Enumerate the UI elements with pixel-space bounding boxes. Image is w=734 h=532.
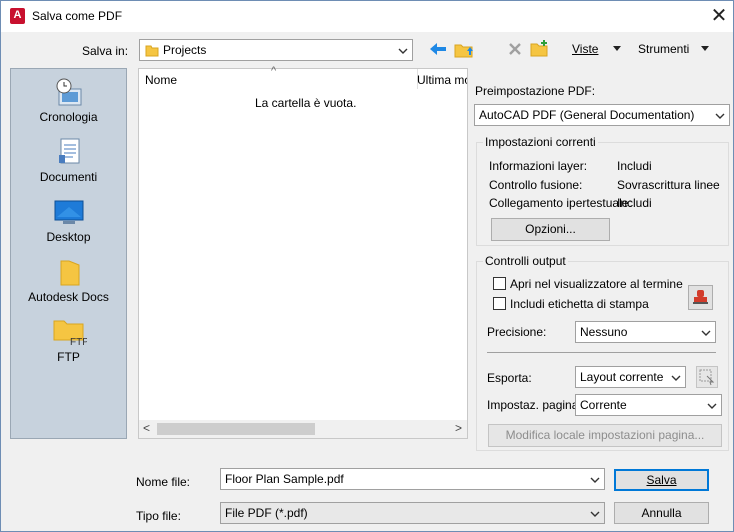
column-header-name[interactable]: Nome (145, 73, 177, 87)
ftp-icon: FTP (53, 320, 87, 347)
up-folder-icon[interactable] (454, 39, 474, 59)
hyperlink-label: Collegamento ipertestuale: (489, 196, 632, 210)
open-in-viewer-checkbox[interactable] (493, 277, 506, 290)
cancel-button[interactable]: Annulla (614, 502, 709, 524)
close-icon[interactable]: ✕ (707, 3, 731, 29)
current-settings-title: Impostazioni correnti (483, 135, 598, 149)
place-label: FTP (57, 350, 80, 364)
layer-info-value: Includi (617, 159, 652, 173)
output-controls-title: Controlli output (483, 254, 568, 268)
autocad-app-icon: A (10, 8, 25, 24)
precision-combobox[interactable]: Nessuno (575, 321, 716, 343)
include-plot-stamp-label: Includi etichetta di stampa (510, 297, 649, 311)
pdf-preset-label: Preimpostazione PDF: (475, 84, 596, 98)
chevron-down-icon (398, 48, 408, 54)
history-icon (56, 78, 81, 106)
plot-stamp-settings-button[interactable] (688, 285, 713, 310)
export-value: Layout corrente (580, 370, 664, 384)
chevron-down-icon (707, 403, 717, 409)
pdf-preset-value: AutoCAD PDF (General Documentation) (479, 108, 695, 122)
chevron-down-icon (701, 330, 711, 336)
filename-input[interactable]: Floor Plan Sample.pdf (225, 472, 344, 486)
new-folder-icon[interactable] (530, 39, 550, 59)
place-documents[interactable]: Documenti (11, 137, 126, 184)
place-history[interactable]: Cronologia (11, 77, 126, 124)
location-combobox[interactable]: Projects (139, 39, 413, 61)
ftp-icon-text: FTP (70, 337, 87, 347)
views-label: Viste (572, 42, 599, 56)
autodesk-docs-icon (60, 260, 79, 286)
merge-control-label: Controllo fusione: (489, 178, 583, 192)
chevron-down-icon (590, 477, 600, 483)
window-title: Salva come PDF (32, 9, 123, 23)
places-sidebar: Cronologia Documenti Desktop Autodesk Do… (10, 68, 127, 439)
scroll-right-icon[interactable]: > (455, 421, 462, 435)
file-list[interactable]: Nome ^ Ultima mo La cartella è vuota. < … (138, 65, 468, 439)
documents-icon (58, 138, 79, 164)
chevron-down-icon (671, 375, 681, 381)
sort-ascending-icon: ^ (271, 65, 277, 77)
current-settings-group: Impostazioni correnti Informazioni layer… (476, 135, 729, 246)
views-menu[interactable]: Viste (572, 42, 598, 56)
output-controls-group: Controlli output Apri nel visualizzatore… (476, 254, 729, 451)
save-button[interactable]: Salva (614, 469, 709, 491)
page-setup-value: Corrente (580, 398, 627, 412)
precision-label: Precisione: (487, 325, 547, 339)
filetype-label: Tipo file: (136, 509, 181, 523)
filename-combobox[interactable]: Floor Plan Sample.pdf (220, 468, 605, 490)
title-bar: A Salva come PDF ✕ (1, 1, 733, 32)
place-label: Desktop (46, 230, 91, 244)
filetype-value: File PDF (*.pdf) (225, 506, 308, 520)
select-layouts-button[interactable] (696, 366, 718, 388)
export-combobox[interactable]: Layout corrente (575, 366, 686, 388)
column-header-modified[interactable]: Ultima mo (417, 73, 467, 87)
back-arrow-icon[interactable] (428, 40, 448, 58)
modify-page-setup-button[interactable]: Modifica locale impostazioni pagina... (488, 424, 722, 447)
page-setup-combobox[interactable]: Corrente (575, 394, 722, 416)
hyperlink-value: Includi (617, 196, 652, 210)
delete-icon[interactable] (507, 41, 523, 57)
save-button-label: Salva (646, 473, 677, 487)
place-autodesk-docs[interactable]: Autodesk Docs (11, 257, 126, 304)
select-cursor-icon (699, 369, 715, 386)
plot-stamp-icon (693, 290, 708, 304)
place-label: Autodesk Docs (28, 290, 109, 304)
place-ftp[interactable]: FTP FTP (11, 315, 126, 364)
filename-label: Nome file: (136, 475, 191, 489)
views-dropdown-icon[interactable] (612, 45, 622, 53)
place-desktop[interactable]: Desktop (11, 197, 126, 244)
tools-menu[interactable]: Strumenti (638, 42, 689, 56)
merge-control-value: Sovrascrittura linee (617, 178, 720, 192)
save-as-pdf-dialog: A Salva come PDF ✕ Salva in: Projects Vi… (0, 0, 734, 532)
options-button[interactable]: Opzioni... (491, 218, 610, 241)
folder-icon (145, 45, 159, 57)
scrollbar-thumb[interactable] (157, 423, 315, 435)
location-value: Projects (163, 43, 207, 57)
separator (487, 352, 716, 353)
empty-folder-message: La cartella è vuota. (255, 96, 357, 110)
export-label: Esporta: (487, 371, 532, 385)
tools-dropdown-icon[interactable] (700, 45, 710, 53)
place-label: Cronologia (39, 110, 98, 124)
include-plot-stamp-checkbox[interactable] (493, 297, 506, 310)
page-setup-label: Impostaz. pagina: (487, 398, 582, 412)
open-in-viewer-label: Apri nel visualizzatore al termine (510, 277, 683, 291)
pdf-preset-combobox[interactable]: AutoCAD PDF (General Documentation) (474, 104, 730, 126)
scroll-left-icon[interactable]: < (143, 421, 150, 435)
precision-value: Nessuno (580, 325, 628, 339)
horizontal-scrollbar[interactable]: < > (139, 420, 467, 438)
save-in-label: Salva in: (82, 44, 129, 58)
layer-info-label: Informazioni layer: (489, 159, 588, 173)
chevron-down-icon (590, 511, 600, 517)
chevron-down-icon (715, 113, 725, 119)
place-label: Documenti (39, 170, 98, 184)
filetype-combobox[interactable]: File PDF (*.pdf) (220, 502, 605, 524)
desktop-icon (54, 200, 83, 224)
